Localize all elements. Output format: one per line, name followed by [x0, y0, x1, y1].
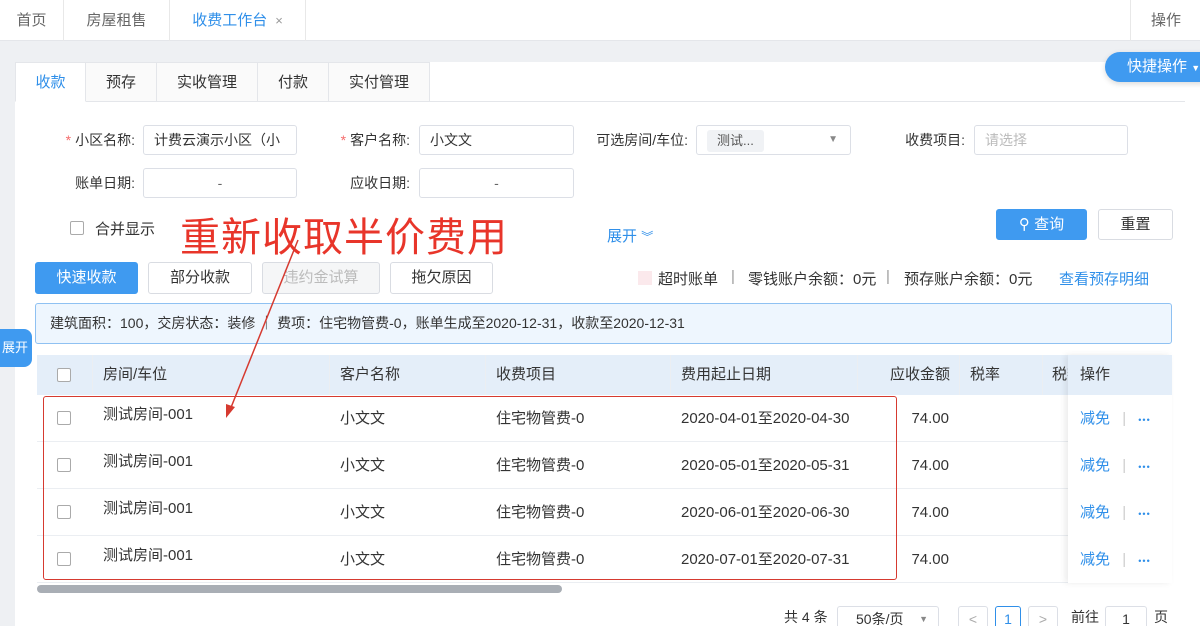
chevron-left-icon: <	[968, 611, 978, 626]
horizontal-scrollbar[interactable]	[37, 585, 562, 593]
page-1-button[interactable]: 1	[995, 606, 1021, 626]
page-unit: 页	[1154, 609, 1168, 625]
pager-total: 共 4 条	[784, 609, 828, 625]
goto-label: 前往	[1071, 609, 1099, 625]
page-size-select[interactable]: 50条/页 ▼	[837, 606, 939, 626]
annotation-arrow	[226, 239, 299, 418]
page-size-value: 50条/页	[856, 611, 904, 626]
chevron-right-icon: >	[1038, 611, 1048, 626]
next-page-button[interactable]: >	[1028, 606, 1058, 626]
prev-page-button[interactable]: <	[958, 606, 988, 626]
caret-down-icon: ▼	[919, 614, 928, 624]
goto-page-input[interactable]: 1	[1105, 606, 1147, 626]
